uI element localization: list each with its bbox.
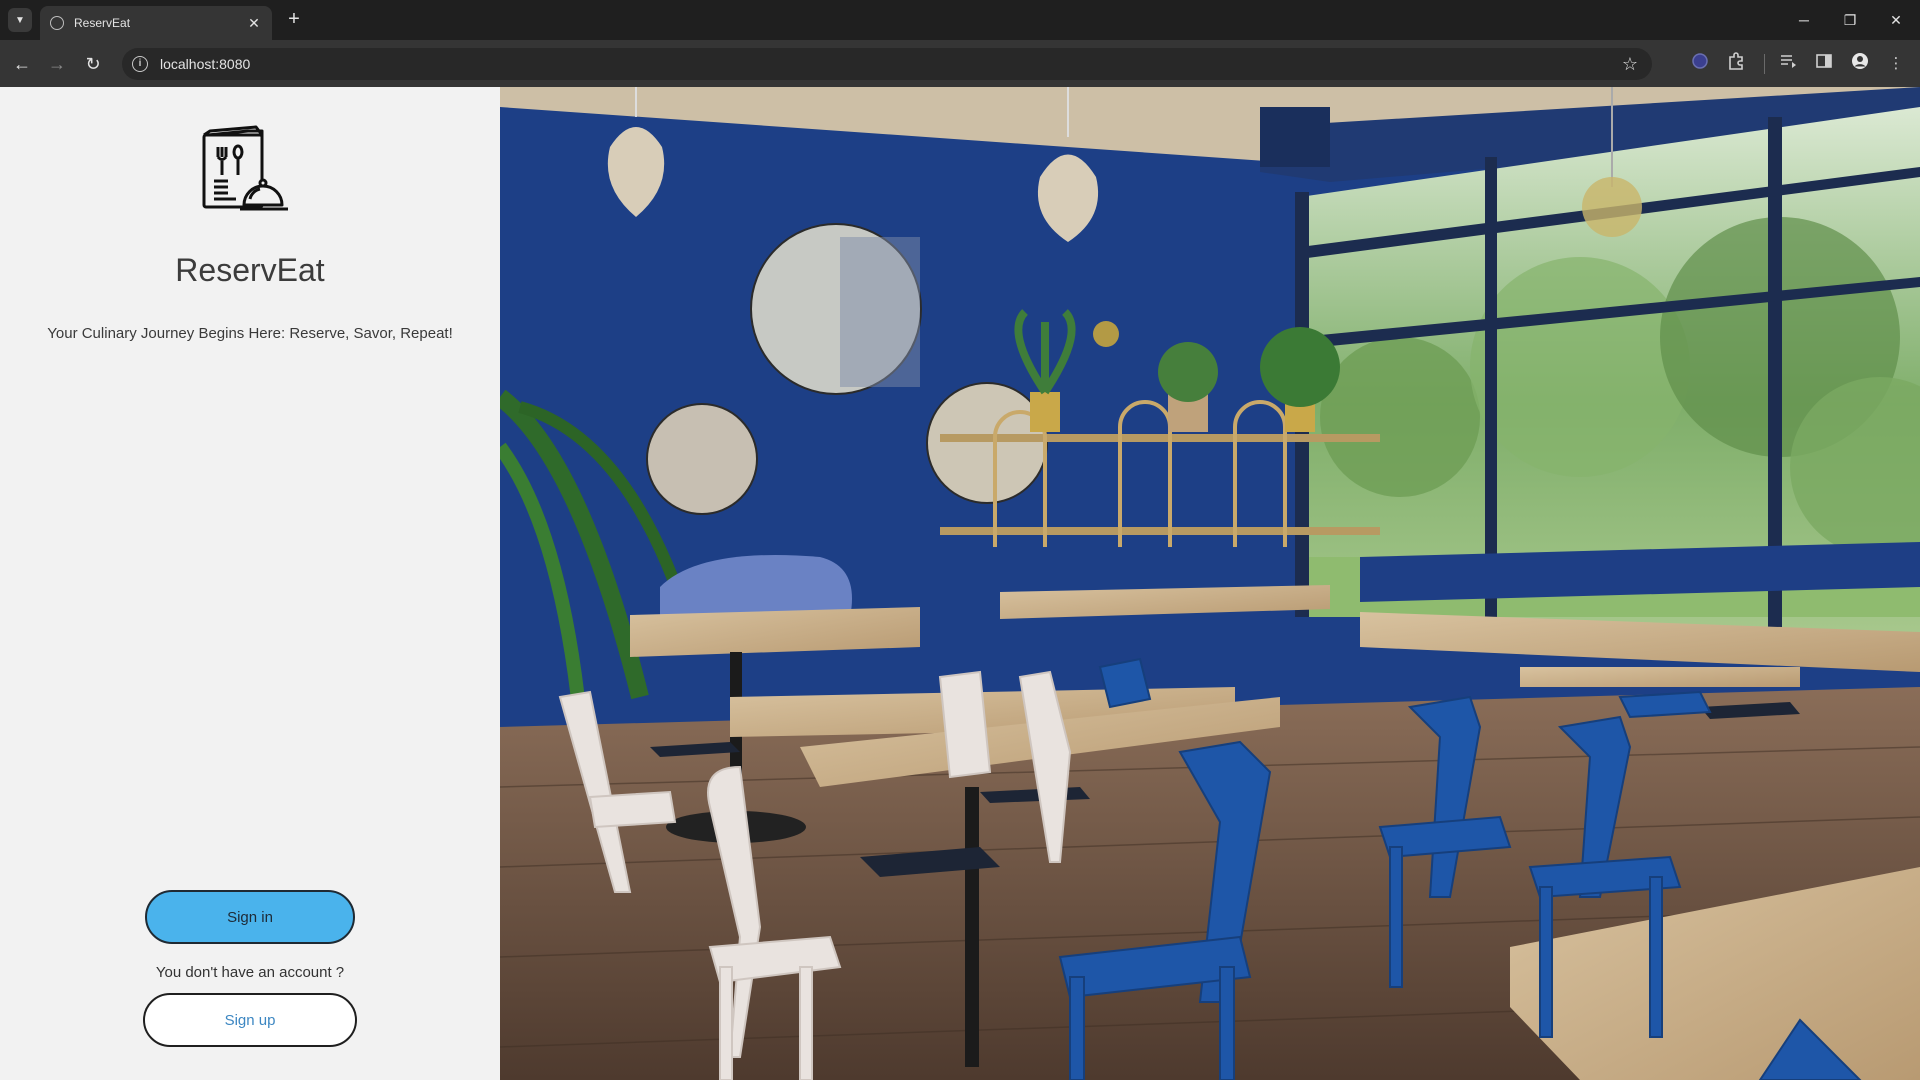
back-icon[interactable]: ← — [8, 50, 36, 78]
puzzle-icon[interactable] — [1724, 52, 1748, 76]
restore-icon[interactable]: ❐ — [1832, 8, 1868, 32]
menu-cloche-icon — [200, 117, 300, 217]
site-info-icon[interactable]: i — [132, 56, 148, 72]
chevron-down-icon: ▼ — [15, 14, 25, 26]
tab-search-button[interactable]: ▼ — [8, 8, 32, 32]
toolbar-separator — [1764, 54, 1765, 74]
globe-icon — [50, 16, 64, 30]
restaurant-interior-image — [500, 87, 1920, 1080]
address-bar[interactable]: i localhost:8080 ☆ — [122, 48, 1652, 80]
minimize-icon[interactable]: ─ — [1786, 8, 1822, 32]
signin-button[interactable]: Sign in — [145, 890, 355, 944]
tagline: Your Culinary Journey Begins Here: Reser… — [47, 325, 453, 342]
page: ReservEat Your Culinary Journey Begins H… — [0, 87, 1920, 1080]
bookmark-star-icon[interactable]: ☆ — [1622, 54, 1638, 75]
login-panel: ReservEat Your Culinary Journey Begins H… — [0, 87, 500, 1080]
media-queue-icon[interactable] — [1776, 52, 1800, 76]
brand-title: ReservEat — [175, 252, 325, 288]
browser-tab-bar: ▼ ReservEat ✕ + ─ ❐ ✕ — [0, 0, 1920, 40]
url-text[interactable]: localhost:8080 — [160, 56, 1622, 72]
close-window-icon[interactable]: ✕ — [1878, 8, 1914, 32]
new-tab-button[interactable]: + — [282, 8, 306, 32]
more-menu-icon[interactable]: ⋮ — [1884, 52, 1908, 76]
extension-circle-icon[interactable] — [1688, 52, 1712, 76]
no-account-text: You don't have an account ? — [155, 964, 345, 981]
browser-toolbar: ← → ↻ i localhost:8080 ☆ ⋮ — [0, 40, 1920, 87]
close-tab-icon[interactable]: ✕ — [246, 15, 262, 32]
tab-title: ReservEat — [74, 16, 131, 30]
signup-button[interactable]: Sign up — [143, 993, 357, 1047]
tab-reserveat[interactable]: ReservEat ✕ — [40, 6, 272, 40]
forward-icon[interactable]: → — [43, 50, 71, 78]
reload-icon[interactable]: ↻ — [79, 50, 107, 78]
side-panel-icon[interactable] — [1812, 52, 1836, 76]
profile-icon[interactable] — [1848, 52, 1872, 76]
